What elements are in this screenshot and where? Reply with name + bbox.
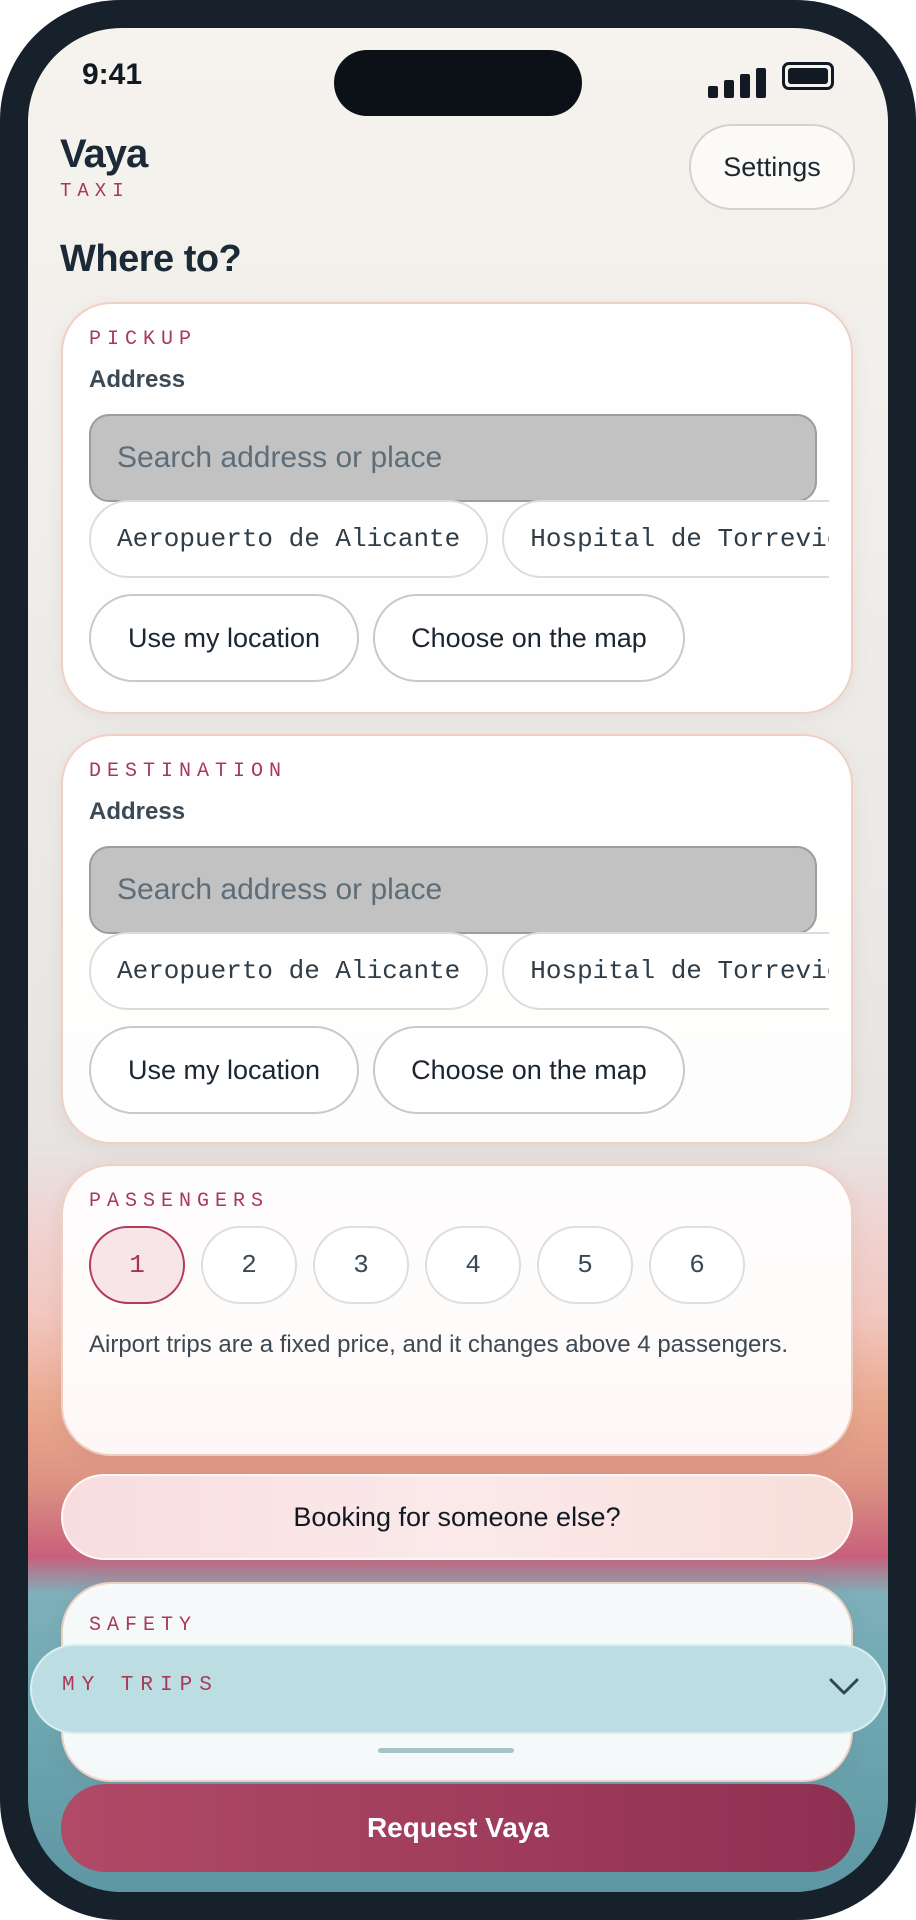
- page-title: Where to?: [60, 238, 242, 280]
- request-ride-button[interactable]: Request Vaya: [61, 1784, 855, 1872]
- pickup-address-label: Address: [89, 366, 186, 393]
- app-screen: 9:41 Vaya TAXI Settings Where to? PICKUP…: [28, 28, 888, 1892]
- my-trips-label: MY TRIPS: [62, 1674, 219, 1697]
- destination-suggestion-chip[interactable]: Hospital de Torrevieja: [502, 932, 829, 1010]
- destination-search-input[interactable]: [89, 846, 817, 934]
- phone-frame: 9:41 Vaya TAXI Settings Where to? PICKUP…: [0, 0, 916, 1920]
- battery-icon: [782, 62, 834, 90]
- sheet-drag-handle[interactable]: [378, 1748, 514, 1753]
- passenger-option-6[interactable]: 6: [649, 1226, 745, 1304]
- passenger-option-5[interactable]: 5: [537, 1226, 633, 1304]
- destination-card: DESTINATION Address Aeropuerto de Alican…: [61, 734, 853, 1144]
- pickup-suggestion-chip[interactable]: Hospital de Torrevieja: [502, 500, 829, 578]
- pickup-use-location-button[interactable]: Use my location: [89, 594, 359, 682]
- pickup-suggestions: Aeropuerto de Alicante Hospital de Torrev…: [89, 500, 829, 582]
- settings-button[interactable]: Settings: [689, 124, 855, 210]
- passenger-option-3[interactable]: 3: [313, 1226, 409, 1304]
- pickup-search-input[interactable]: [89, 414, 817, 502]
- destination-suggestion-chip[interactable]: Aeropuerto de Alicante: [89, 932, 489, 1010]
- app-logo-name: Vaya: [60, 132, 148, 176]
- destination-use-location-button[interactable]: Use my location: [89, 1026, 359, 1114]
- destination-label: DESTINATION: [89, 760, 288, 783]
- dynamic-island: [334, 50, 582, 116]
- safety-label: SAFETY: [89, 1614, 198, 1637]
- destination-address-label: Address: [89, 798, 186, 825]
- chevron-down-icon[interactable]: [828, 1676, 860, 1698]
- destination-choose-map-button[interactable]: Choose on the map: [373, 1026, 685, 1114]
- passenger-option-1[interactable]: 1: [89, 1226, 185, 1304]
- pickup-choose-map-button[interactable]: Choose on the map: [373, 594, 685, 682]
- passengers-note: Airport trips are a fixed price, and it …: [89, 1331, 789, 1358]
- booking-for-someone-else-button[interactable]: Booking for someone else?: [61, 1474, 853, 1560]
- signal-icon: [708, 66, 788, 98]
- destination-suggestions: Aeropuerto de Alicante Hospital de Torrev…: [89, 932, 829, 1014]
- passengers-card: PASSENGERS 1 2 3 4 5 6 Airport trips are…: [61, 1164, 853, 1456]
- my-trips-panel[interactable]: MY TRIPS: [30, 1644, 886, 1734]
- app-logo-subtitle: TAXI: [60, 180, 130, 202]
- passenger-option-4[interactable]: 4: [425, 1226, 521, 1304]
- passengers-label: PASSENGERS: [89, 1190, 270, 1213]
- pickup-label: PICKUP: [89, 328, 198, 351]
- passenger-option-2[interactable]: 2: [201, 1226, 297, 1304]
- pickup-suggestion-chip[interactable]: Aeropuerto de Alicante: [89, 500, 489, 578]
- status-time: 9:41: [82, 58, 143, 91]
- pickup-card: PICKUP Address Aeropuerto de AlicanteHos…: [61, 302, 853, 714]
